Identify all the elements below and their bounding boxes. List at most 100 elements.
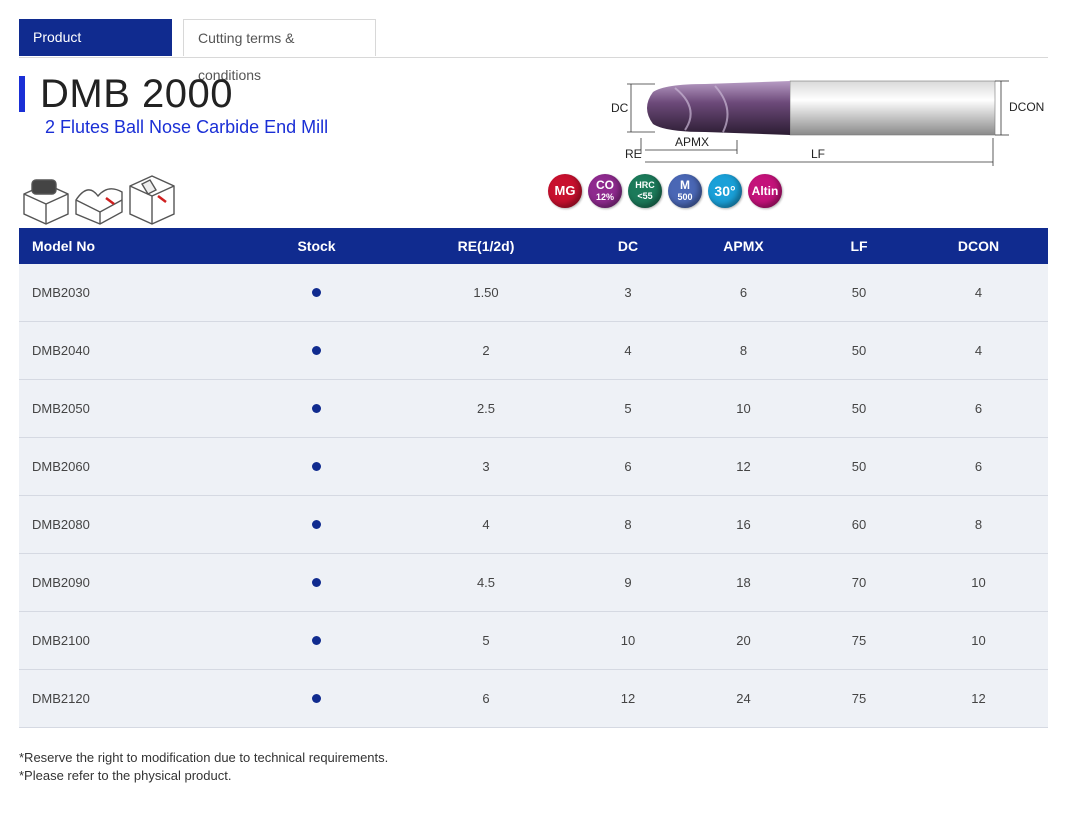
cell-dcon: 6 xyxy=(909,437,1048,496)
cell-model-no: DMB2080 xyxy=(19,495,239,554)
cell-re: 5 xyxy=(394,611,578,670)
cell-apmx: 6 xyxy=(678,264,809,322)
table-row: DMB2060 3 6 12 50 6 xyxy=(19,437,1048,496)
cell-apmx: 16 xyxy=(678,495,809,554)
footnote-modification: *Reserve the right to modification due t… xyxy=(19,750,389,765)
product-spec-table: Model No Stock RE(1/2d) DC APMX LF DCON … xyxy=(19,228,1048,728)
co-badge-icon: CO 12% xyxy=(588,174,622,208)
header-stock: Stock xyxy=(239,228,394,264)
cell-model-no: DMB2030 xyxy=(19,264,239,322)
in-stock-dot-icon xyxy=(312,520,321,529)
header-dcon: DCON xyxy=(909,228,1048,264)
table-row: DMB2090 4.5 9 18 70 10 xyxy=(19,553,1048,612)
cell-lf: 75 xyxy=(809,669,909,728)
cell-apmx: 20 xyxy=(678,611,809,670)
cell-stock xyxy=(239,437,394,496)
tab-bar: Product Introduction Cutting terms & con… xyxy=(19,19,1048,83)
cell-apmx: 18 xyxy=(678,553,809,612)
cell-lf: 50 xyxy=(809,437,909,496)
cell-apmx: 12 xyxy=(678,437,809,496)
dc-label: DC xyxy=(611,101,629,115)
cell-re: 2 xyxy=(394,321,578,380)
cell-re: 4 xyxy=(394,495,578,554)
page-subtitle: 2 Flutes Ball Nose Carbide End Mill xyxy=(45,117,329,137)
table-row: DMB2050 2.5 5 10 50 6 xyxy=(19,379,1048,438)
cell-dcon: 6 xyxy=(909,379,1048,438)
cell-dcon: 10 xyxy=(909,553,1048,612)
cell-model-no: DMB2090 xyxy=(19,553,239,612)
cell-dc: 5 xyxy=(578,379,678,438)
title-accent-bar xyxy=(19,76,25,112)
cell-lf: 50 xyxy=(809,379,909,438)
cell-dc: 6 xyxy=(578,437,678,496)
dcon-label: DCON xyxy=(1009,100,1044,114)
cell-lf: 70 xyxy=(809,553,909,612)
in-stock-dot-icon xyxy=(312,346,321,355)
cell-apmx: 24 xyxy=(678,669,809,728)
cell-lf: 50 xyxy=(809,321,909,380)
tab-product-introduction[interactable]: Product Introduction xyxy=(19,19,172,82)
in-stock-dot-icon xyxy=(312,288,321,297)
helix-30-badge-icon: 30° xyxy=(708,174,742,208)
table-row: DMB2030 1.50 3 6 50 4 xyxy=(19,264,1048,322)
cell-dcon: 8 xyxy=(909,495,1048,554)
in-stock-dot-icon xyxy=(312,462,321,471)
cell-model-no: DMB2120 xyxy=(19,669,239,728)
header-re: RE(1/2d) xyxy=(394,228,578,264)
cell-stock xyxy=(239,495,394,554)
in-stock-dot-icon xyxy=(312,636,321,645)
profiling-operation-icon xyxy=(75,188,123,225)
cell-dcon: 12 xyxy=(909,669,1048,728)
header-dc: DC xyxy=(578,228,678,264)
cell-lf: 50 xyxy=(809,264,909,322)
footnotes: *Reserve the right to modification due t… xyxy=(19,749,388,785)
apmx-label: APMX xyxy=(675,135,709,149)
header-apmx: APMX xyxy=(678,228,809,264)
in-stock-dot-icon xyxy=(312,694,321,703)
cell-dc: 4 xyxy=(578,321,678,380)
cell-re: 6 xyxy=(394,669,578,728)
shank-shape xyxy=(789,80,996,136)
lf-label: LF xyxy=(811,147,825,161)
cell-dcon: 4 xyxy=(909,321,1048,380)
cell-dcon: 4 xyxy=(909,264,1048,322)
cell-dcon: 10 xyxy=(909,611,1048,670)
facing-operation-icon xyxy=(23,179,69,225)
table-row: DMB2120 6 12 24 75 12 xyxy=(19,669,1048,728)
in-stock-dot-icon xyxy=(312,404,321,413)
page-title: DMB 2000 xyxy=(40,72,233,116)
slotting-operation-icon xyxy=(129,175,175,225)
cell-dc: 10 xyxy=(578,611,678,670)
cell-model-no: DMB2050 xyxy=(19,379,239,438)
m-badge-icon: M 500 xyxy=(668,174,702,208)
cell-re: 4.5 xyxy=(394,553,578,612)
tab-cutting-terms[interactable]: Cutting terms & conditions xyxy=(183,19,376,83)
footnote-physical-product: *Please refer to the physical product. xyxy=(19,768,232,783)
cell-dc: 9 xyxy=(578,553,678,612)
cell-re: 1.50 xyxy=(394,264,578,322)
cell-stock xyxy=(239,553,394,612)
cell-apmx: 8 xyxy=(678,321,809,380)
hrc-badge-icon: HRC <55 xyxy=(628,174,662,208)
cell-re: 3 xyxy=(394,437,578,496)
machining-operations-icon xyxy=(23,175,175,225)
re-label: RE xyxy=(625,147,642,161)
cell-model-no: DMB2100 xyxy=(19,611,239,670)
cell-lf: 75 xyxy=(809,611,909,670)
cell-stock xyxy=(239,611,394,670)
cell-stock xyxy=(239,669,394,728)
in-stock-dot-icon xyxy=(312,578,321,587)
cell-dc: 8 xyxy=(578,495,678,554)
table-row: DMB2080 4 8 16 60 8 xyxy=(19,495,1048,554)
cell-re: 2.5 xyxy=(394,379,578,438)
end-mill-dimension-diagram: DC RE APMX LF DCON xyxy=(611,80,1044,166)
table-header-row: Model No Stock RE(1/2d) DC APMX LF DCON xyxy=(19,228,1048,264)
mg-badge-icon: MG xyxy=(548,174,582,208)
altin-badge-icon: Altin xyxy=(748,174,782,208)
table-row: DMB2040 2 4 8 50 4 xyxy=(19,321,1048,380)
header-lf: LF xyxy=(809,228,909,264)
cell-model-no: DMB2040 xyxy=(19,321,239,380)
cell-lf: 60 xyxy=(809,495,909,554)
cell-stock xyxy=(239,264,394,322)
cell-model-no: DMB2060 xyxy=(19,437,239,496)
